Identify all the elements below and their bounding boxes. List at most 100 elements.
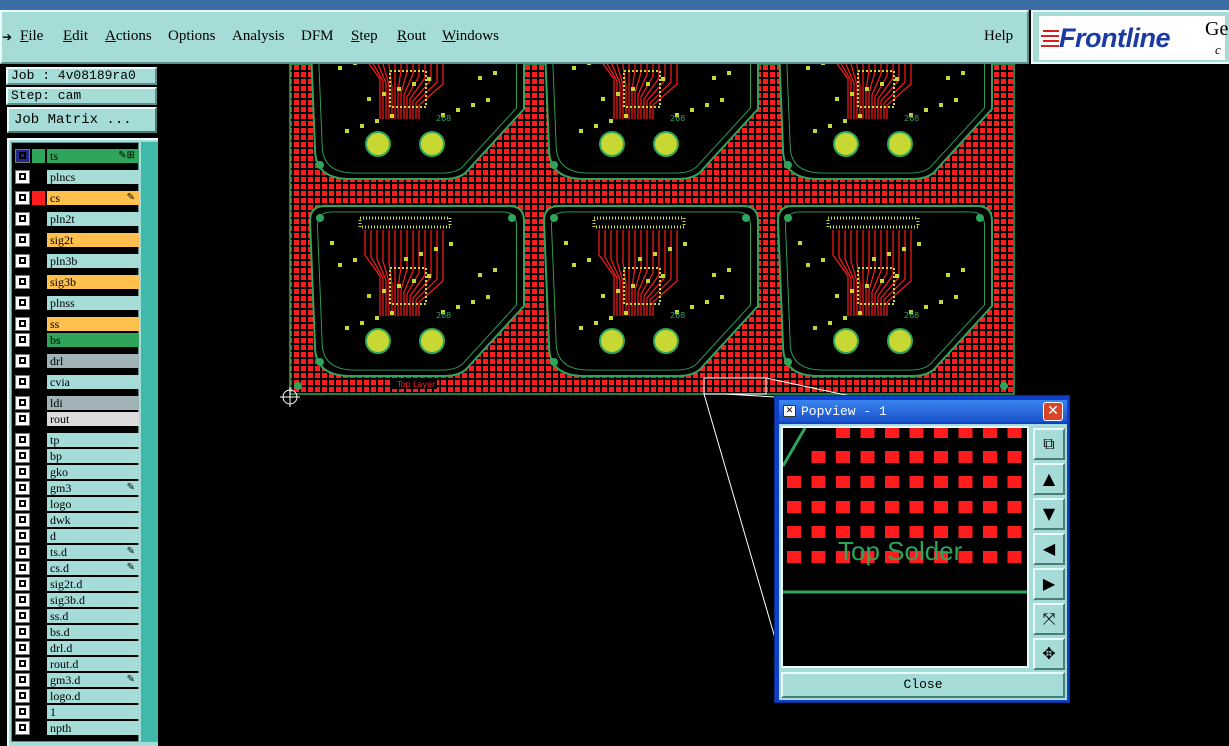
layer-row-sig2t[interactable]: sig2t (12, 232, 140, 248)
menu-rout[interactable]: Rout (397, 28, 426, 45)
layer-checkbox[interactable] (15, 296, 30, 310)
layer-checkbox[interactable] (15, 465, 30, 479)
layer-row-bs-d[interactable]: bs.d (12, 624, 140, 640)
layer-checkbox[interactable] (15, 170, 30, 184)
layer-checkbox[interactable] (15, 275, 30, 289)
layer-row-rout[interactable]: rout (12, 411, 140, 427)
zoom-in-icon[interactable]: ✥ (1033, 638, 1065, 670)
layer-checkbox[interactable] (15, 657, 30, 671)
layer-row-ts[interactable]: ts ✎⊞ (12, 148, 140, 164)
layer-name[interactable]: ss.d (47, 609, 139, 623)
menu-step[interactable]: Step (351, 28, 378, 45)
layer-checkbox[interactable] (15, 609, 30, 623)
layer-name[interactable]: drl (47, 354, 139, 368)
layer-row-logo[interactable]: logo (12, 496, 140, 512)
layer-name[interactable]: sig2t.d (47, 577, 139, 591)
menu-options[interactable]: Options (168, 28, 216, 45)
layer-name[interactable]: cs.d ✎ (47, 561, 139, 575)
layer-name[interactable]: ss (47, 317, 139, 331)
menu-analysis[interactable]: Analysis (232, 28, 285, 45)
layer-name[interactable]: gm3.d ✎ (47, 673, 139, 687)
job-matrix-button[interactable]: Job Matrix ... (7, 107, 157, 133)
layer-checkbox[interactable] (15, 375, 30, 389)
layer-name[interactable]: dwk (47, 513, 139, 527)
layer-row-pln2t[interactable]: pln2t (12, 211, 140, 227)
menu-dfm[interactable]: DFM (301, 28, 334, 45)
layer-checkbox[interactable] (15, 577, 30, 591)
layer-name[interactable]: drl.d (47, 641, 139, 655)
layer-row-bp[interactable]: bp (12, 448, 140, 464)
layer-checkbox[interactable] (15, 212, 30, 226)
layer-row-drl[interactable]: drl (12, 353, 140, 369)
layer-checkbox[interactable] (15, 149, 30, 163)
layer-checkbox[interactable] (15, 497, 30, 511)
layer-row-gm3-d[interactable]: gm3.d ✎ (12, 672, 140, 688)
layer-row-ldi[interactable]: ldi (12, 395, 140, 411)
pan-right-icon[interactable]: ▶ (1033, 568, 1065, 600)
layer-name[interactable]: pln2t (47, 212, 139, 226)
layer-checkbox[interactable] (15, 689, 30, 703)
layer-name[interactable]: logo.d (47, 689, 139, 703)
layer-row-drl-d[interactable]: drl.d (12, 640, 140, 656)
layer-name[interactable]: 1 (47, 705, 139, 719)
layer-row-logo-d[interactable]: logo.d (12, 688, 140, 704)
layer-row-ss-d[interactable]: ss.d (12, 608, 140, 624)
layer-name[interactable]: ldi (47, 396, 139, 410)
layer-row-1[interactable]: 1 (12, 704, 140, 720)
menu-actions[interactable]: Actions (105, 28, 152, 45)
layer-row-cs-d[interactable]: cs.d ✎ (12, 560, 140, 576)
layer-row-ts-d[interactable]: ts.d ✎ (12, 544, 140, 560)
layer-checkbox[interactable] (15, 593, 30, 607)
layer-checkbox[interactable] (15, 317, 30, 331)
layer-name[interactable]: npth (47, 721, 139, 735)
layer-list-scrollbar[interactable] (141, 142, 158, 742)
layer-name[interactable]: rout.d (47, 657, 139, 671)
layer-row-cs[interactable]: cs ✎ (12, 190, 140, 206)
popview-zoom-view[interactable]: Top Solder (781, 426, 1029, 668)
layer-row-plncs[interactable]: plncs (12, 169, 140, 185)
layer-name[interactable]: sig3b.d (47, 593, 139, 607)
menu-windows[interactable]: Windows (442, 28, 499, 45)
layer-checkbox[interactable] (15, 641, 30, 655)
layer-checkbox[interactable] (15, 354, 30, 368)
menu-edit[interactable]: Edit (63, 28, 88, 45)
layer-checkbox[interactable] (15, 333, 30, 347)
layer-row-bs[interactable]: bs (12, 332, 140, 348)
layer-row-d[interactable]: d (12, 528, 140, 544)
close-icon[interactable]: ✕ (1043, 402, 1063, 421)
layer-checkbox[interactable] (15, 529, 30, 543)
layer-checkbox[interactable] (15, 545, 30, 559)
layer-checkbox[interactable] (15, 396, 30, 410)
pan-up-icon[interactable]: ▲ (1033, 463, 1065, 495)
pan-down-icon[interactable]: ▼ (1033, 498, 1065, 530)
menu-help[interactable]: Help (984, 28, 1013, 45)
menu-file[interactable]: File (20, 28, 43, 45)
layer-row-dwk[interactable]: dwk (12, 512, 140, 528)
popview-title-bar[interactable]: ✕ Popview - 1 ✕ (779, 400, 1067, 422)
layer-checkbox[interactable] (15, 705, 30, 719)
layer-row-pln3b[interactable]: pln3b (12, 253, 140, 269)
layer-name[interactable]: rout (47, 412, 139, 426)
layer-checkbox[interactable] (15, 673, 30, 687)
layer-row-npth[interactable]: npth (12, 720, 140, 736)
layer-checkbox[interactable] (15, 481, 30, 495)
layer-name[interactable]: gko (47, 465, 139, 479)
layer-row-ss[interactable]: ss (12, 316, 140, 332)
layer-name[interactable]: logo (47, 497, 139, 511)
layer-name[interactable]: plncs (47, 170, 139, 184)
layer-checkbox[interactable] (15, 233, 30, 247)
layer-name[interactable]: cs ✎ (47, 191, 139, 205)
layer-checkbox[interactable] (15, 433, 30, 447)
layer-row-tp[interactable]: tp (12, 432, 140, 448)
layer-row-gm3[interactable]: gm3 ✎ (12, 480, 140, 496)
layer-checkbox[interactable] (15, 513, 30, 527)
layer-checkbox[interactable] (15, 625, 30, 639)
layer-name[interactable]: bs.d (47, 625, 139, 639)
zoom-home-icon[interactable]: ⧉ (1033, 428, 1065, 460)
layer-name[interactable]: sig2t (47, 233, 139, 247)
layer-row-rout-d[interactable]: rout.d (12, 656, 140, 672)
layer-name[interactable]: ts ✎⊞ (47, 149, 139, 163)
layer-row-gko[interactable]: gko (12, 464, 140, 480)
layer-checkbox[interactable] (15, 412, 30, 426)
layer-name[interactable]: cvia (47, 375, 139, 389)
